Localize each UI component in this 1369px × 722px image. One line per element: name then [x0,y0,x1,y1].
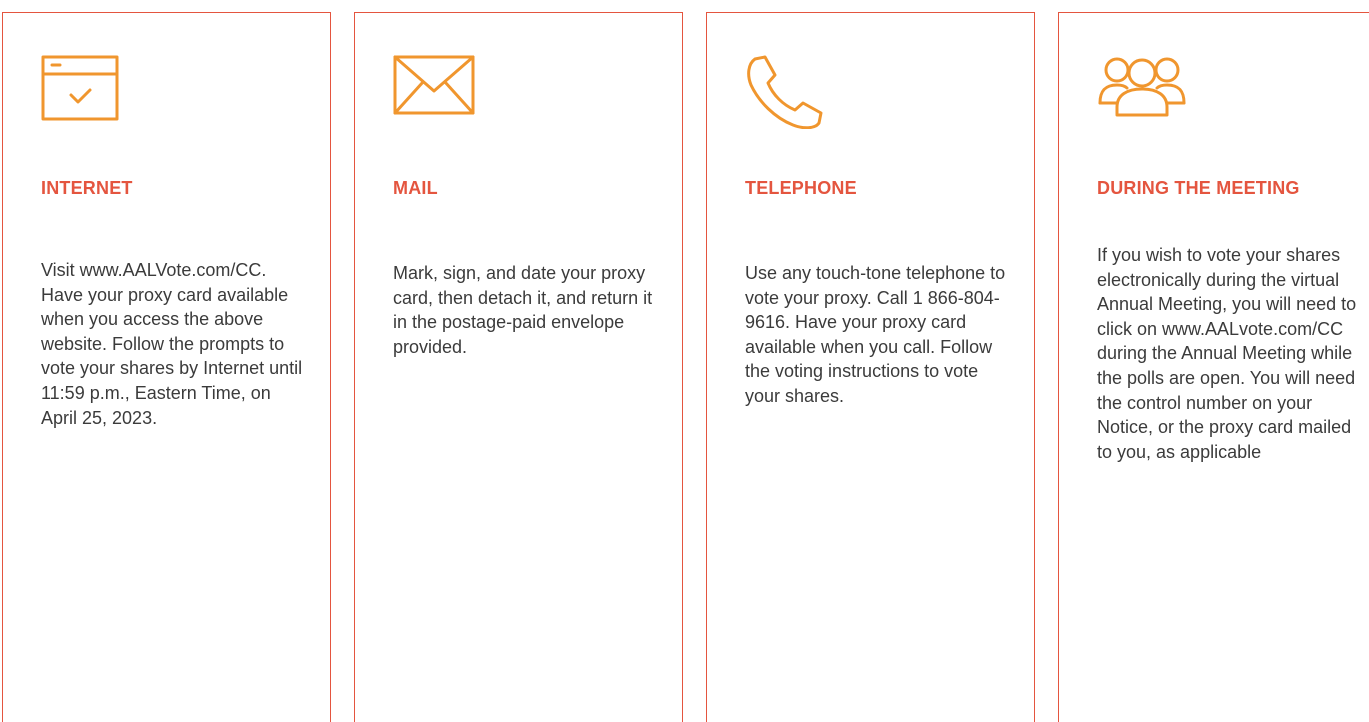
card-title: INTERNET [41,178,133,198]
browser-check-icon [41,55,119,121]
card-body: Visit www.AALVote.com/CC. Have your prox… [41,260,303,428]
card-body: Use any touch-tone telephone to vote you… [745,263,1006,406]
telephone-icon [745,55,825,129]
people-group-icon [1097,55,1187,117]
card-during-the-meeting: DURING THE MEETING If you wish to vote y… [1058,12,1369,722]
voting-methods: INTERNET Visit www.AALVote.com/CC. Have … [0,0,1369,722]
card-mail: MAIL Mark, sign, and date your proxy car… [354,12,683,722]
card-internet: INTERNET Visit www.AALVote.com/CC. Have … [2,12,331,722]
card-title: DURING THE MEETING [1097,178,1300,198]
card-title: TELEPHONE [745,178,857,198]
card-telephone: TELEPHONE Use any touch-tone telephone t… [706,12,1035,722]
envelope-icon [393,55,475,115]
card-body: If you wish to vote your shares electron… [1097,245,1357,462]
card-body: Mark, sign, and date your proxy card, th… [393,263,653,357]
card-title: MAIL [393,178,438,198]
